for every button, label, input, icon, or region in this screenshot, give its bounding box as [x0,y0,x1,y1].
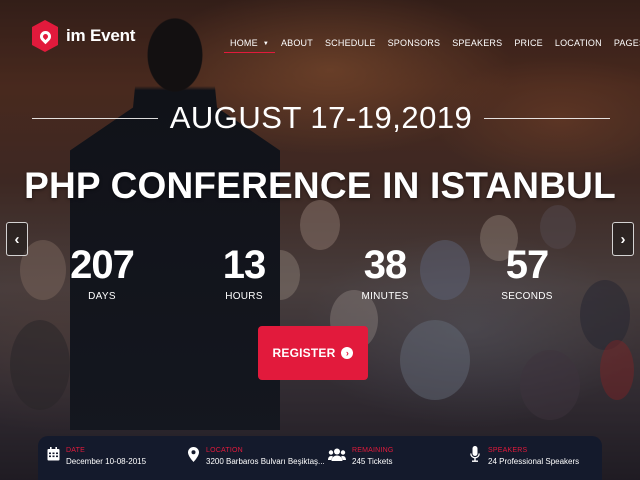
info-speakers-value: 24 Professional Speakers [488,457,580,466]
nav-label: PRICE [514,38,543,48]
nav-item-schedule[interactable]: SCHEDULE [319,38,382,53]
chevron-left-icon: ‹ [14,230,20,248]
nav-label: ABOUT [280,38,313,48]
countdown-days: 207 DAYS [47,243,157,302]
nav-item-pages[interactable]: PAGES▼ [608,38,640,53]
microphone-icon [468,446,482,462]
countdown-seconds-value: 57 [505,243,550,287]
countdown-seconds-label: SECONDS [501,291,553,302]
countdown-hours-label: HOURS [225,291,263,302]
countdown-seconds: 57 SECONDS [472,243,582,302]
countdown-hours-value: 13 [222,243,267,287]
caret-down-icon: ▼ [262,41,269,47]
info-location-value: 3200 Barbaros Bulvarı Beşiktaş... [206,457,325,466]
info-remaining: REMAINING 245 Tickets [328,446,393,468]
info-date: DATE December 10-08-2015 [46,446,146,468]
info-location: LOCATION 3200 Barbaros Bulvarı Beşiktaş.… [186,446,325,468]
info-location-label: LOCATION [206,447,243,454]
countdown-minutes-value: 38 [363,243,408,287]
register-button[interactable]: REGISTER › [258,326,368,380]
nav-label: SPONSORS [387,38,441,48]
event-title: PHP CONFERENCE IN ISTANBUL [24,165,616,206]
nav-label: SPEAKERS [452,38,503,48]
nav-label: SCHEDULE [324,38,376,48]
info-remaining-value: 245 Tickets [352,457,393,466]
nav-item-speakers[interactable]: SPEAKERS [446,38,508,53]
nav-item-price[interactable]: PRICE [508,38,549,53]
nav-item-sponsors[interactable]: SPONSORS [382,38,447,53]
countdown-days-label: DAYS [88,291,116,302]
map-pin-icon [32,20,58,52]
chevron-right-icon: › [620,230,626,248]
divider-right [484,117,610,119]
info-speakers-label: SPEAKERS [488,447,528,454]
nav-item-about[interactable]: ABOUT [275,38,319,53]
divider-left [32,117,158,119]
background-overlay [0,0,640,480]
info-remaining-label: REMAINING [352,447,394,454]
arrow-right-circle-icon: › [341,347,354,359]
countdown-minutes-label: MINUTES [361,291,409,302]
info-date-label: DATE [66,447,85,454]
event-date: AUGUST 17-19,2019 [169,100,473,135]
nav-label: LOCATION [554,38,602,48]
countdown-hours: 13 HOURS [189,243,299,302]
info-date-value: December 10-08-2015 [66,457,147,466]
users-icon [328,446,346,462]
register-label: REGISTER [272,346,336,360]
nav-item-location[interactable]: LOCATION [549,38,608,53]
map-marker-icon [186,446,200,462]
countdown-days-value: 207 [70,243,135,287]
logo[interactable]: im Event [32,20,135,52]
nav-label: PAGES [613,38,640,48]
calendar-icon [46,446,60,462]
slider-next-button[interactable]: › [612,222,634,256]
logo-text: im Event [66,26,136,45]
nav-label: HOME [230,38,258,48]
event-date-row: AUGUST 17-19,2019 [32,100,610,136]
info-speakers: SPEAKERS 24 Professional Speakers [468,446,579,468]
main-nav: HOME ▼ ABOUT SCHEDULE SPONSORS SPEAKERS P… [224,38,640,53]
slider-prev-button[interactable]: ‹ [6,222,28,256]
countdown-minutes: 38 MINUTES [330,243,440,302]
nav-item-home[interactable]: HOME ▼ [224,38,275,53]
event-info-bar: DATE December 10-08-2015 LOCATION 3200 B… [38,436,602,480]
